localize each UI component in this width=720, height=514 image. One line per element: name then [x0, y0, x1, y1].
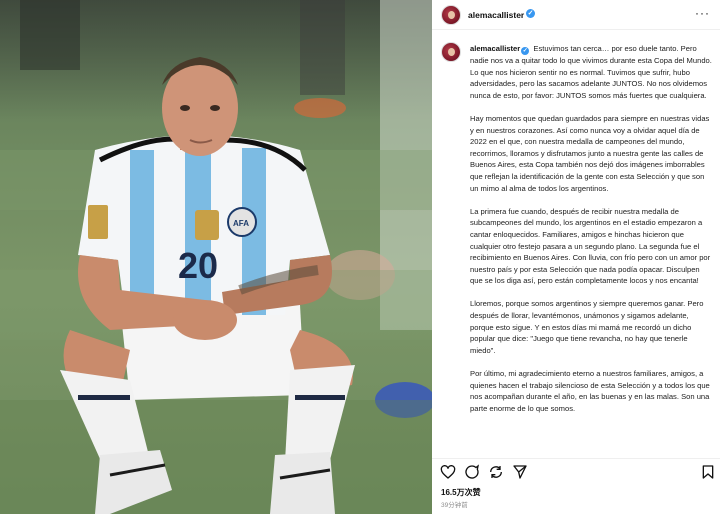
caption-paragraph-3: La primera fue cuando, después de recibi…: [470, 206, 711, 286]
post-caption-area: alemacallister ✓ Estuvimos tan cerca… por…: [432, 36, 720, 452]
more-options-icon[interactable]: ···: [695, 6, 710, 20]
caption-paragraph-1: alemacallister ✓ Estuvimos tan cerca… por…: [470, 43, 714, 101]
likes-count[interactable]: 16.5万次赞: [441, 487, 481, 498]
caption-paragraph-4: Lloremos, porque somos argentinos y siem…: [470, 299, 704, 355]
caption-paragraph-2: Hay momentos que quedan guardados para s…: [470, 113, 710, 193]
post-timestamp: 39分钟前: [441, 502, 468, 509]
caption-paragraph-5: Por último, mi agradecimiento eterno a n…: [470, 369, 710, 413]
action-bar: [432, 458, 720, 482]
caption-verified-badge-icon: ✓: [521, 47, 530, 55]
caption: alemacallister ✓ Estuvimos tan cerca… por…: [470, 43, 714, 426]
comment-icon[interactable]: [464, 464, 480, 480]
send-icon[interactable]: [512, 464, 528, 480]
share-icon[interactable]: [488, 464, 504, 480]
header-username[interactable]: alemacallister: [468, 10, 524, 20]
verified-badge-icon: ✓: [526, 9, 535, 18]
bookmark-icon[interactable]: [700, 464, 716, 480]
post-header: alemacallister ✓ ···: [432, 0, 720, 30]
caption-username[interactable]: alemacallister: [470, 44, 520, 53]
jersey-number: 20: [178, 245, 218, 286]
afa-badge-text: AFA: [233, 219, 249, 228]
avatar[interactable]: [441, 5, 461, 25]
player-illustration: 20 AFA: [0, 0, 432, 514]
heart-icon[interactable]: [440, 464, 456, 480]
post-photo[interactable]: 20 AFA: [0, 0, 432, 514]
caption-avatar[interactable]: [441, 42, 461, 62]
post-detail-panel: alemacallister ✓ ··· alemacallister ✓ Est…: [432, 0, 720, 514]
